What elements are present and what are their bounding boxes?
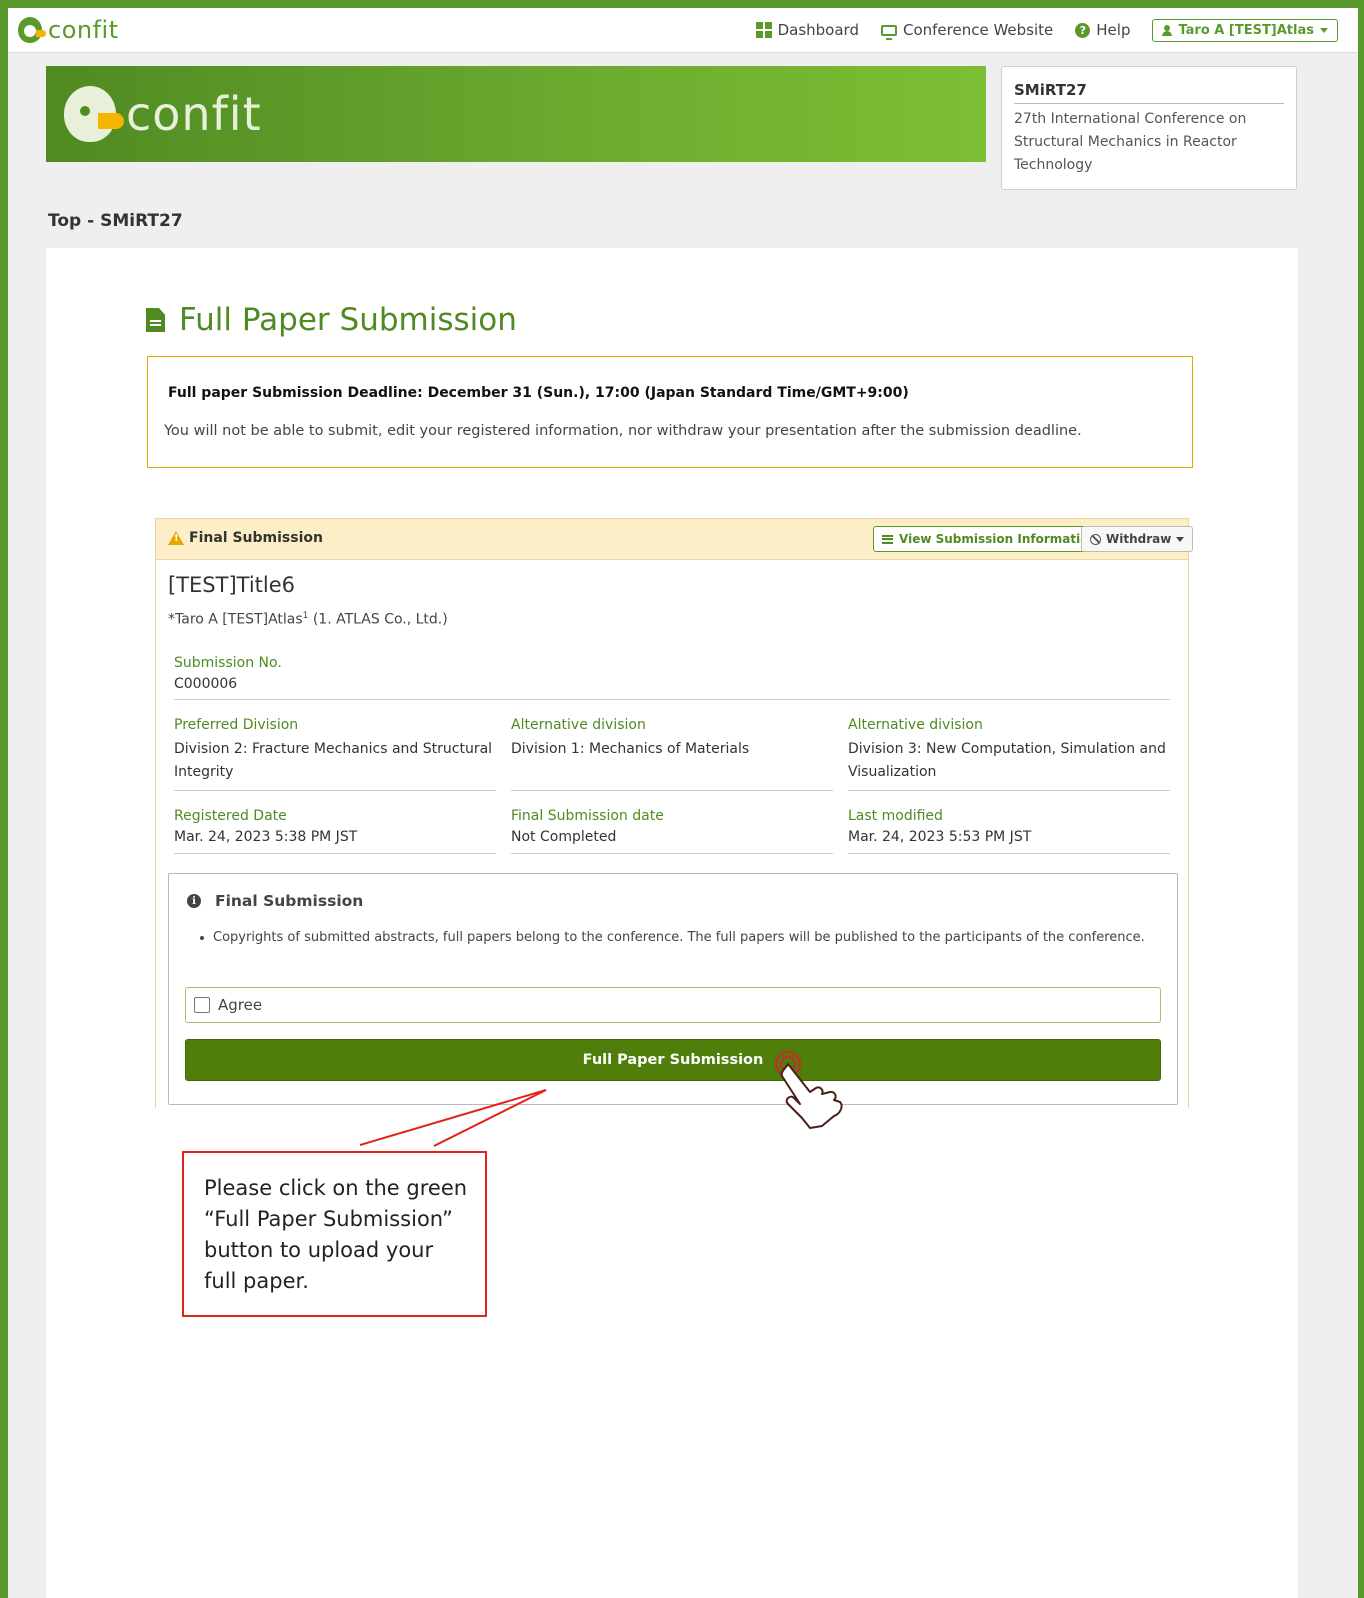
chevron-down-icon: [1320, 27, 1328, 33]
main-panel: Full Paper Submission Full paper Submiss…: [46, 248, 1298, 1598]
user-icon: [1162, 24, 1173, 36]
submission-card-header: Final Submission View Submission Informa…: [156, 519, 1194, 560]
user-menu-button[interactable]: Taro A [TEST]Atlas: [1152, 18, 1338, 42]
instruction-callout: Please click on the green “Full Paper Su…: [182, 1151, 487, 1317]
dashboard-label: Dashboard: [777, 21, 859, 39]
field-value: C000006: [174, 676, 238, 692]
field-value: Division 2: Fracture Mechanics and Struc…: [174, 741, 493, 780]
final-submission-box: i Final Submission Copyrights of submitt…: [168, 873, 1178, 1105]
submission-card: Final Submission View Submission Informa…: [155, 518, 1194, 1108]
deadline-title: Full paper Submission Deadline: December…: [168, 385, 909, 401]
chevron-down-icon: [1176, 536, 1185, 542]
banner-logo: confit: [64, 86, 262, 142]
author-name: *Taro A [TEST]Atlas: [168, 611, 303, 628]
agree-label: Agree: [218, 996, 263, 1014]
document-icon: [146, 308, 165, 332]
top-navbar: confit Dashboard Conference Website ? He…: [8, 8, 1358, 53]
conference-website-link[interactable]: Conference Website: [880, 21, 1054, 40]
logo-text: confit: [48, 16, 119, 44]
nav-links: Dashboard Conference Website ? Help Taro…: [755, 8, 1338, 52]
final-submission-title: i Final Submission: [187, 892, 363, 910]
duck-beak-icon: [36, 29, 46, 37]
ban-icon: [1090, 533, 1101, 545]
field-submission-no: Submission No. C000006: [174, 655, 1170, 700]
page-title: Full Paper Submission: [146, 302, 517, 338]
help-label: Help: [1096, 21, 1131, 39]
field-label: Alternative division: [511, 717, 646, 733]
help-link[interactable]: ? Help: [1075, 21, 1130, 39]
user-name: Taro A [TEST]Atlas: [1178, 22, 1314, 38]
page-title-text: Full Paper Submission: [179, 302, 517, 338]
dashboard-link[interactable]: Dashboard: [755, 21, 859, 39]
submission-status-label: Final Submission: [189, 530, 323, 546]
field-preferred-division: Preferred Division Division 2: Fracture …: [174, 717, 496, 791]
field-registered-date: Registered Date Mar. 24, 2023 5:38 PM JS…: [174, 808, 496, 854]
breadcrumb[interactable]: Top - SMiRT27: [48, 211, 183, 231]
view-submission-info-button[interactable]: View Submission Information: [873, 526, 1106, 552]
author-affiliation: (1. ATLAS Co., Ltd.): [308, 611, 448, 628]
field-value: Mar. 24, 2023 5:53 PM JST: [848, 829, 1032, 845]
withdraw-button[interactable]: Withdraw: [1081, 526, 1194, 552]
app-frame: confit Dashboard Conference Website ? He…: [8, 8, 1358, 1598]
final-submission-title-text: Final Submission: [215, 892, 364, 910]
confit-logo[interactable]: confit: [18, 14, 119, 46]
conference-website-label: Conference Website: [902, 21, 1054, 39]
help-icon: ?: [1075, 22, 1091, 38]
field-label: Registered Date: [174, 808, 287, 824]
warning-icon: [168, 531, 184, 545]
view-submission-info-label: View Submission Information: [899, 532, 1097, 546]
field-value: Division 3: New Computation, Simulation …: [848, 741, 1166, 780]
field-alternative-division-1: Alternative division Division 1: Mechani…: [511, 717, 833, 791]
agree-checkbox[interactable]: [194, 997, 210, 1013]
dashboard-icon: [755, 22, 772, 38]
duck-beak-icon: [98, 113, 124, 129]
field-label: Preferred Division: [174, 717, 299, 733]
field-value: Division 1: Mechanics of Materials: [511, 741, 750, 757]
info-icon: i: [187, 894, 201, 908]
conference-info-box: SMiRT27 27th International Conference on…: [1001, 66, 1297, 190]
submission-status: Final Submission: [168, 530, 323, 546]
conference-name: 27th International Conference on Structu…: [1014, 111, 1247, 173]
field-label: Submission No.: [174, 655, 282, 671]
field-alternative-division-2: Alternative division Division 3: New Com…: [848, 717, 1170, 791]
paper-title: [TEST]Title6: [168, 573, 296, 597]
authors: *Taro A [TEST]Atlas1 (1. ATLAS Co., Ltd.…: [168, 611, 448, 628]
conference-code: SMiRT27: [1014, 81, 1284, 104]
deadline-notice: Full paper Submission Deadline: December…: [147, 356, 1193, 468]
agree-checkbox-row[interactable]: Agree: [185, 987, 1161, 1023]
field-label: Alternative division: [848, 717, 983, 733]
banner-logo-text: confit: [126, 87, 262, 141]
pointing-hand-icon: [774, 1050, 843, 1129]
monitor-icon: [880, 24, 897, 40]
copyright-notice: Copyrights of submitted abstracts, full …: [193, 926, 1163, 949]
field-value: Not Completed: [511, 829, 617, 845]
list-icon: [882, 534, 893, 544]
field-value: Mar. 24, 2023 5:38 PM JST: [174, 829, 358, 845]
withdraw-label: Withdraw: [1106, 532, 1172, 546]
banner: confit: [46, 66, 986, 162]
full-paper-submission-button[interactable]: Full Paper Submission: [185, 1039, 1161, 1081]
field-label: Last modified: [848, 808, 943, 824]
field-final-submission-date: Final Submission date Not Completed: [511, 808, 833, 854]
field-label: Final Submission date: [511, 808, 664, 824]
deadline-text: You will not be able to submit, edit you…: [164, 423, 1082, 439]
field-last-modified: Last modified Mar. 24, 2023 5:53 PM JST: [848, 808, 1170, 854]
